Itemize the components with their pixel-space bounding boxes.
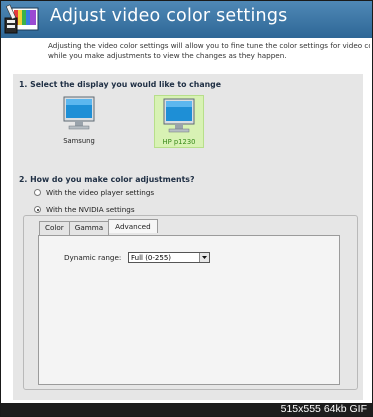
window: Adjust video color settings Adjusting th… [0, 0, 373, 417]
image-info-bar: 515x555 64kb GIF [1, 403, 372, 416]
display-label: Samsung [63, 137, 95, 145]
intro-text: Adjusting the video color settings will … [48, 41, 370, 61]
section-2-heading: 2. How do you make color adjustments? [19, 175, 195, 184]
display-samsung[interactable]: Samsung [51, 95, 107, 145]
settings-panel: 1. Select the display you would like to … [13, 74, 363, 400]
intro-line-2: while you make adjustments to view the c… [48, 51, 287, 60]
image-info-text: 515x555 64kb GIF [280, 403, 367, 415]
dynamic-range-value: Full (0-255) [131, 254, 171, 262]
dynamic-range-select[interactable]: Full (0-255) [128, 252, 210, 263]
advanced-tab-panel: Dynamic range: Full (0-255) [38, 235, 340, 385]
header-bar: Adjust video color settings [1, 1, 372, 38]
radio-video-player-settings[interactable]: With the video player settings [34, 188, 154, 197]
radio-button[interactable] [34, 189, 41, 196]
monitor-icon [63, 96, 95, 130]
radio-button-checked[interactable] [34, 206, 41, 213]
tab-color[interactable]: Color [39, 221, 70, 235]
video-color-settings-icon [4, 4, 39, 34]
tab-bar: Color Gamma Advanced [39, 219, 158, 235]
monitor-icon [163, 98, 195, 133]
chevron-down-icon[interactable] [199, 253, 209, 262]
radio-label: With the NVIDIA settings [46, 205, 135, 214]
intro-line-1: Adjusting the video color settings will … [48, 41, 370, 50]
section-1-heading: 1. Select the display you would like to … [19, 80, 222, 89]
tab-gamma[interactable]: Gamma [68, 221, 110, 235]
dynamic-range-label: Dynamic range: [64, 253, 122, 262]
page-title: Adjust video color settings [50, 6, 288, 26]
display-hp-p1230[interactable]: HP p1230 [154, 95, 204, 148]
display-label: HP p1230 [162, 138, 196, 146]
radio-label: With the video player settings [46, 188, 155, 197]
tab-advanced[interactable]: Advanced [108, 219, 158, 233]
radio-nvidia-settings[interactable]: With the NVIDIA settings [34, 205, 138, 214]
